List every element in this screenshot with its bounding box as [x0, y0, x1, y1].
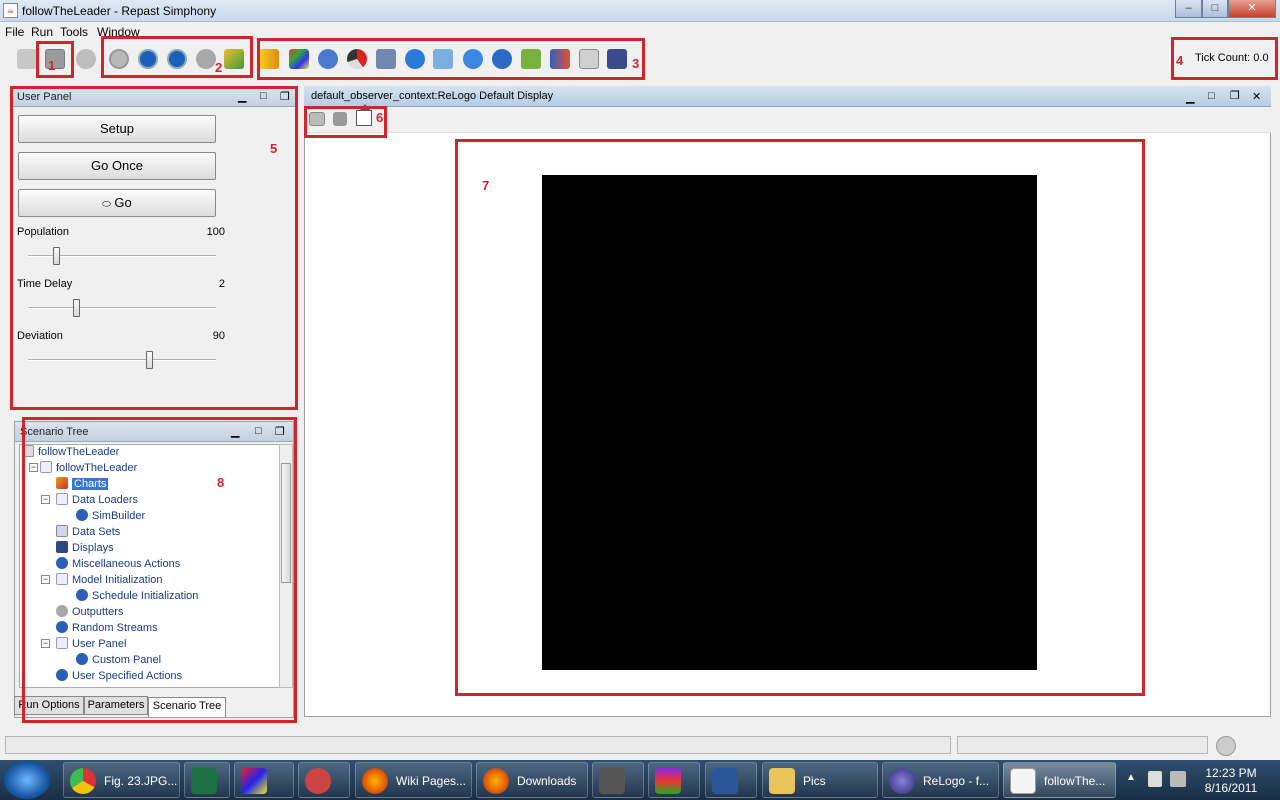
taskbar-item-downloads[interactable]: Downloads: [476, 762, 588, 798]
tray-expand-icon[interactable]: ▲: [1126, 772, 1136, 783]
statusbar: [0, 730, 1280, 760]
display-title: default_observer_context:ReLogo Default …: [311, 90, 554, 102]
taskbar-item-winrar[interactable]: [648, 762, 700, 798]
menu-run[interactable]: Run: [31, 25, 53, 39]
display-minimize-icon[interactable]: ▁: [1186, 91, 1194, 104]
app-icon: [599, 768, 625, 794]
status-field-secondary: [957, 736, 1208, 754]
annotation-label-2: 2: [215, 60, 223, 75]
annotation-label-4: 4: [1176, 53, 1184, 68]
paint-icon: [241, 768, 267, 794]
annotation-label-1: 1: [48, 58, 56, 73]
start-button[interactable]: [4, 761, 50, 799]
taskbar-item-pics[interactable]: Pics: [762, 762, 878, 798]
annotation-box-8: [22, 417, 297, 723]
maximize-button[interactable]: □: [1202, 0, 1228, 18]
taskbar-label: Wiki Pages...: [396, 774, 467, 788]
taskbar-label: followThe...: [1044, 774, 1106, 788]
taskbar-item-word[interactable]: [705, 762, 757, 798]
display-toolbar: [304, 104, 1271, 133]
menu-file[interactable]: File: [5, 25, 24, 39]
display-close-icon[interactable]: ✕: [1252, 90, 1261, 103]
archive-icon: [655, 768, 681, 794]
taskbar: Fig. 23.JPG... Wiki Pages... Downloads P…: [0, 760, 1280, 800]
chrome-icon: [70, 768, 96, 794]
clock-time: 12:23 PM: [1205, 766, 1257, 780]
status-field-main: [5, 736, 951, 754]
word-icon: [712, 768, 738, 794]
taskbar-item-snipping[interactable]: [298, 762, 350, 798]
annotation-box-2: [101, 36, 253, 78]
tray-power-icon[interactable]: [1148, 771, 1162, 787]
display-restore-icon[interactable]: ❐: [1230, 89, 1240, 102]
info-icon[interactable]: [1216, 736, 1236, 756]
taskbar-item-excel[interactable]: [184, 762, 230, 798]
taskbar-item-app[interactable]: [592, 762, 644, 798]
folder-icon: [769, 768, 795, 794]
annotation-box-7: [455, 139, 1145, 696]
scissors-icon: [305, 768, 331, 794]
taskbar-item-firefox-wiki[interactable]: Wiki Pages...: [355, 762, 472, 798]
firefox-icon: [362, 768, 388, 794]
taskbar-label: Downloads: [517, 774, 577, 788]
java-app-icon: ☕: [3, 3, 18, 18]
window-titlebar: ☕ followTheLeader - Repast Simphony – □ …: [0, 0, 1280, 22]
taskbar-item-relogo[interactable]: ReLogo - f...: [882, 762, 999, 798]
taskbar-label: ReLogo - f...: [923, 774, 990, 788]
annotation-box-3: [257, 38, 645, 80]
firefox-icon: [483, 768, 509, 794]
taskbar-item-paint[interactable]: [234, 762, 294, 798]
annotation-label-5: 5: [270, 141, 278, 156]
annotation-box-4: [1171, 37, 1278, 80]
database-icon[interactable]: [76, 49, 96, 69]
display-header: default_observer_context:ReLogo Default …: [304, 86, 1271, 107]
annotation-label-8: 8: [217, 475, 225, 490]
minimize-button[interactable]: –: [1175, 0, 1202, 18]
window-title: followTheLeader - Repast Simphony: [22, 4, 217, 18]
tray-network-icon[interactable]: [1170, 771, 1186, 787]
menu-tools[interactable]: Tools: [60, 25, 88, 39]
tray-clock[interactable]: 12:23 PM 8/16/2011: [1196, 766, 1266, 796]
excel-icon: [191, 768, 217, 794]
annotation-box-6: [304, 106, 387, 138]
close-button[interactable]: ✕: [1228, 0, 1276, 18]
taskbar-item-chrome[interactable]: Fig. 23.JPG...: [63, 762, 180, 798]
clock-date: 8/16/2011: [1204, 781, 1258, 795]
display-maximize-icon[interactable]: □: [1208, 90, 1215, 102]
taskbar-item-followtheleader[interactable]: followThe...: [1003, 762, 1116, 798]
load-icon[interactable]: [17, 49, 37, 69]
annotation-label-7: 7: [482, 178, 490, 193]
taskbar-label: Fig. 23.JPG...: [104, 774, 178, 788]
annotation-label-3: 3: [632, 56, 640, 71]
java-icon: [1010, 768, 1036, 794]
taskbar-label: Pics: [803, 774, 826, 788]
annotation-label-6: 6: [376, 110, 384, 125]
annotation-box-5: [10, 86, 298, 410]
eclipse-icon: [889, 768, 915, 794]
